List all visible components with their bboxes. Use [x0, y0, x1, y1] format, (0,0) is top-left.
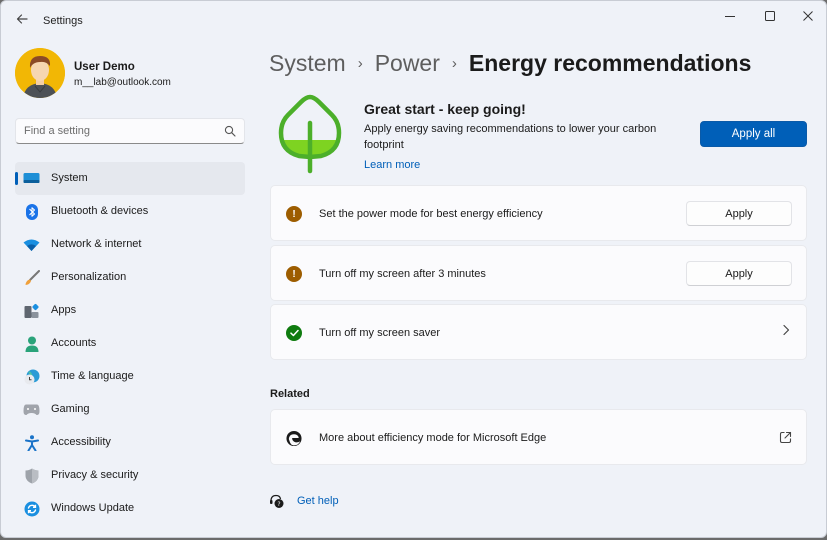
page-title: Energy recommendations [468, 50, 752, 76]
sidebar-item-label: Privacy & security [51, 469, 139, 481]
breadcrumb-separator: › [451, 55, 457, 72]
sidebar-item-windows-update[interactable]: Windows Update [15, 492, 245, 525]
sidebar-item-network[interactable]: Network & internet [15, 228, 245, 261]
sidebar-item-apps[interactable]: Apps [15, 294, 245, 327]
related-heading: Related [270, 388, 310, 400]
edge-icon [286, 430, 302, 446]
sidebar-item-system[interactable]: System [15, 162, 245, 195]
recommendation-label: Turn off my screen after 3 minutes [319, 268, 486, 280]
breadcrumb-system[interactable]: System [269, 50, 346, 77]
close-button[interactable] [793, 7, 823, 25]
apply-all-button[interactable]: Apply all [700, 121, 807, 147]
title-bar: Settings [1, 1, 826, 41]
warning-icon: ! [286, 266, 302, 282]
sidebar-item-label: Apps [51, 304, 77, 316]
sidebar-nav: System Bluetooth & devices Network & int… [15, 162, 245, 525]
monitor-icon [23, 170, 40, 187]
accessibility-icon [23, 434, 40, 451]
user-profile[interactable]: User Demo m__lab@outlook.com [15, 48, 255, 100]
settings-window: Settings User Demo m__lab@outlook.com Fi… [0, 0, 827, 538]
back-button[interactable] [13, 12, 31, 30]
sidebar-item-label: Time & language [51, 370, 134, 382]
sidebar-item-gaming[interactable]: Gaming [15, 393, 245, 426]
apply-button[interactable]: Apply [686, 261, 792, 286]
recommendation-screen-saver[interactable]: Turn off my screen saver [270, 304, 807, 360]
shield-icon [23, 467, 40, 484]
breadcrumb-separator: › [357, 55, 363, 72]
sidebar-item-label: Windows Update [51, 502, 135, 514]
user-email: m__lab@outlook.com [74, 77, 171, 88]
energy-hero: Great start - keep going! Apply energy s… [269, 89, 809, 181]
search-icon[interactable] [224, 125, 236, 137]
wifi-icon [23, 236, 40, 253]
recommendation-label: Set the power mode for best energy effic… [319, 208, 543, 220]
search-input[interactable]: Find a setting [15, 118, 245, 144]
help-headset-icon: ? [270, 494, 284, 508]
breadcrumb-power[interactable]: Power [375, 50, 440, 77]
related-edge-efficiency[interactable]: More about efficiency mode for Microsoft… [270, 409, 807, 465]
learn-more-link[interactable]: Learn more [364, 159, 420, 171]
related-label: More about efficiency mode for Microsoft… [319, 432, 547, 444]
person-icon [23, 335, 40, 352]
sidebar-item-label: Gaming [51, 403, 90, 415]
checkmark-icon [286, 325, 302, 341]
minimize-button[interactable] [715, 7, 745, 25]
selection-indicator [15, 172, 18, 185]
sidebar-item-label: Accessibility [51, 436, 111, 448]
close-icon [803, 11, 813, 21]
back-arrow-icon [16, 14, 28, 24]
maximize-button[interactable] [755, 7, 785, 25]
update-icon [23, 500, 40, 517]
breadcrumb: System › Power › Energy recommendations [269, 50, 751, 80]
get-help-link[interactable]: Get help [297, 495, 339, 507]
app-title: Settings [43, 15, 83, 27]
recommendation-power-mode: ! Set the power mode for best energy eff… [270, 185, 807, 241]
hero-description: Apply energy saving recommendations to l… [364, 123, 657, 151]
chevron-right-icon[interactable] [782, 324, 790, 339]
user-name: User Demo [74, 61, 135, 73]
brush-icon [23, 269, 40, 286]
sidebar-item-accessibility[interactable]: Accessibility [15, 426, 245, 459]
recommendation-screen-timeout: ! Turn off my screen after 3 minutes App… [270, 245, 807, 301]
bluetooth-icon [23, 203, 40, 220]
sidebar-item-label: Bluetooth & devices [51, 205, 149, 217]
sidebar-item-label: Personalization [51, 271, 127, 283]
sidebar-item-label: Accounts [51, 337, 97, 349]
leaf-icon [278, 94, 342, 174]
gamepad-icon [23, 401, 40, 418]
sidebar-item-accounts[interactable]: Accounts [15, 327, 245, 360]
sidebar-item-label: Network & internet [51, 238, 142, 250]
maximize-icon [765, 11, 775, 21]
apply-button[interactable]: Apply [686, 201, 792, 226]
external-link-icon[interactable] [779, 431, 792, 444]
avatar [15, 48, 65, 98]
minimize-icon [725, 16, 735, 17]
recommendation-label: Turn off my screen saver [319, 327, 441, 339]
sidebar-item-time-language[interactable]: Time & language [15, 360, 245, 393]
search-placeholder: Find a setting [24, 125, 91, 137]
sidebar-item-bluetooth[interactable]: Bluetooth & devices [15, 195, 245, 228]
avatar-image-icon [15, 48, 65, 98]
apps-icon [23, 302, 40, 319]
globe-clock-icon [23, 368, 40, 385]
sidebar-item-personalization[interactable]: Personalization [15, 261, 245, 294]
hero-title: Great start - keep going! [364, 101, 526, 117]
warning-icon: ! [286, 206, 302, 222]
sidebar-item-label: System [51, 172, 88, 184]
svg-text:?: ? [277, 501, 280, 508]
sidebar-item-privacy[interactable]: Privacy & security [15, 459, 245, 492]
